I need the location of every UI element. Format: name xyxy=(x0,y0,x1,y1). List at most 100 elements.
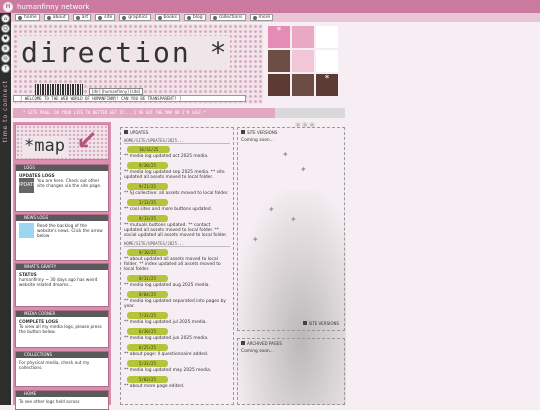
date-badge: 9/21/25 xyxy=(127,183,168,190)
update-text: ** media log updated may 2025 media. xyxy=(124,368,212,373)
nav-tab-graphics[interactable]: graphics xyxy=(119,14,151,21)
square-icon xyxy=(241,341,245,345)
strip-text: * SITE PAGE: DO YOUR LIFE TO BETTER GET … xyxy=(13,108,275,118)
update-text: ** SJ collective: all assets moved to lo… xyxy=(124,191,229,196)
nav-bar: home about art site graphics books blog collect… xyxy=(11,13,540,22)
nav-icon xyxy=(75,15,80,20)
nav-tab-blog[interactable]: blog xyxy=(183,14,206,21)
mail-icon[interactable]: ✉ xyxy=(1,54,10,63)
sidebar: *map ↙ LOGS UPDATES LOGS UPDATE You are her… xyxy=(13,122,111,410)
header-banner: direction * [dir] [humanfinny] [site] xyxy=(13,24,263,104)
person-icon[interactable]: ☺ xyxy=(1,24,10,33)
section-icon: UPDATE xyxy=(17,178,36,193)
update-entry: 9/21/25 ** SJ collective: all assets move… xyxy=(124,183,230,196)
archived-pages-column[interactable]: ARCHIVED PAGES Coming soon... xyxy=(237,338,345,405)
nav-tab-art[interactable]: art xyxy=(72,14,92,21)
arrow-icon: ↙ xyxy=(76,126,98,156)
rail-vertical-text: time to connect xyxy=(2,80,9,143)
tile[interactable] xyxy=(292,74,314,96)
tile[interactable] xyxy=(268,50,290,72)
date-badge: 2/13/25 xyxy=(127,199,168,206)
date-badge: 7/31/25 xyxy=(127,312,168,319)
date-badge: 8/31/25 xyxy=(127,275,168,282)
site-strip: * SITE PAGE: DO YOUR LIFE TO BETTER GET … xyxy=(13,108,345,118)
tile[interactable]: * xyxy=(268,26,290,48)
sidebar-section-news[interactable]: NEWS LOGS Read the backlog of the website… xyxy=(15,214,109,261)
nav-tab-label: blog xyxy=(192,15,203,20)
updates-column[interactable]: UPDATES HOME/SITE/UPDATES/2025... 10/31/… xyxy=(120,127,234,405)
section-text: To see other logs held across xyxy=(19,399,80,404)
section-text: humanfinny ~ 30 days ago has weird websi… xyxy=(19,277,98,287)
sidebar-section-media[interactable]: MEDIA CORNER COMPLETE LOGS To view all my … xyxy=(15,310,109,348)
date-badge: 6/30/25 xyxy=(127,328,168,335)
section-icon xyxy=(19,223,34,238)
nav-tab-more[interactable]: more xyxy=(249,14,274,21)
nav-icon xyxy=(186,15,191,20)
site-versions-column[interactable]: SITE VERSIONS Coming soon... SITE VERSIO… xyxy=(237,127,345,331)
nav-icon xyxy=(157,15,162,20)
section-text: Read the backlog of the website's news. … xyxy=(37,223,103,238)
nav-icon xyxy=(18,15,22,20)
site-logo-icon[interactable]: H xyxy=(3,1,13,12)
sidebar-section-logs[interactable]: LOGS UPDATES LOGS UPDATE You are here. Chec… xyxy=(15,164,109,212)
gear-icon[interactable]: ⚙ xyxy=(1,44,10,53)
tile-grid: * * xyxy=(268,26,338,96)
square-icon xyxy=(241,130,245,134)
tile[interactable] xyxy=(268,74,290,96)
section-text: You are here. Check out other site chang… xyxy=(37,178,102,188)
nav-icon xyxy=(252,15,257,20)
update-text: ** media log updated jul 2025 media. xyxy=(124,320,207,325)
sidebar-section-home[interactable]: HOME To see other logs held across xyxy=(15,390,109,410)
archived-heading-text: ARCHIVED PAGES xyxy=(247,341,282,346)
update-entry: 9/13/25 ** mutuals buttons updated. ** co… xyxy=(124,215,230,238)
update-text: ** media log updated sep 2025 media. ** … xyxy=(124,170,225,180)
nav-icon xyxy=(46,15,51,20)
nav-tab-label: site xyxy=(104,15,113,20)
date-badge: 5/31/25 xyxy=(127,360,168,367)
nav-icon xyxy=(98,15,103,20)
update-entry: 2/13/25 ** cool sites and more buttons up… xyxy=(124,199,230,212)
update-text: ** mutuals buttons updated. ** contact u… xyxy=(124,223,228,238)
update-text: ** media log updated oct 2025 media. xyxy=(124,154,209,159)
tile[interactable] xyxy=(292,50,314,72)
nav-tab-books[interactable]: books xyxy=(154,14,180,21)
home-icon[interactable]: ⌂ xyxy=(1,14,10,23)
date-badge: 9/13/25 xyxy=(127,215,168,222)
update-text: ** about updated all assets moved to loc… xyxy=(124,257,221,272)
date-badge: 10/31/25 xyxy=(127,146,171,153)
nav-tab-site[interactable]: site xyxy=(95,14,116,21)
date-badge: 9/10/25 xyxy=(127,249,168,256)
tile[interactable] xyxy=(316,50,338,72)
square-icon xyxy=(124,130,128,134)
nav-tab-collections[interactable]: collections xyxy=(209,14,246,21)
tile[interactable]: * xyxy=(316,74,338,96)
updates-heading: UPDATES xyxy=(121,128,233,137)
site-versions-footer-text: SITE VERSIONS xyxy=(308,321,339,326)
nav-tab-about[interactable]: about xyxy=(43,14,69,21)
update-text: ** about more page edited. xyxy=(124,384,185,389)
breadcrumb: HOME/SITE/UPDATES/2025... xyxy=(124,138,230,144)
nav-tab-label: more xyxy=(258,15,271,20)
sidebar-section-status[interactable]: WHAT'S GRAFFY STATUS humanfinny ~ 30 days … xyxy=(15,263,109,307)
breadcrumb: HOME/SITE/UPDATES/2025... xyxy=(124,241,230,247)
update-entry: 10/31/25 ** media log updated oct 2025 me… xyxy=(124,146,230,159)
nav-tab-home[interactable]: home xyxy=(15,14,40,21)
square-icon xyxy=(302,321,307,325)
site-versions-heading-text: SITE VERSIONS xyxy=(247,130,278,135)
tile[interactable] xyxy=(292,26,314,48)
nav-tab-label: about xyxy=(52,15,66,20)
archived-body: Coming soon... xyxy=(241,349,274,354)
update-text: ** media log updated separated into page… xyxy=(124,299,227,309)
update-text: ** media log updated jun 2025 media. xyxy=(124,336,209,341)
nav-tab-label: books xyxy=(163,15,177,20)
help-icon[interactable]: ? xyxy=(1,64,10,73)
update-text: ** media log updated aug 2025 media. xyxy=(124,283,210,288)
stars-decoration: *** xyxy=(295,120,316,134)
heart-icon[interactable]: ♥ xyxy=(1,34,10,43)
updates-heading-text: UPDATES xyxy=(130,130,149,135)
date-badge: 9/30/25 xyxy=(127,162,168,169)
sidebar-section-collections[interactable]: COLLECTIONS For physical media, check out… xyxy=(15,351,109,387)
date-badge: 5/03/25 xyxy=(127,376,168,383)
tile[interactable] xyxy=(316,26,338,48)
map-title: *map xyxy=(22,136,67,156)
